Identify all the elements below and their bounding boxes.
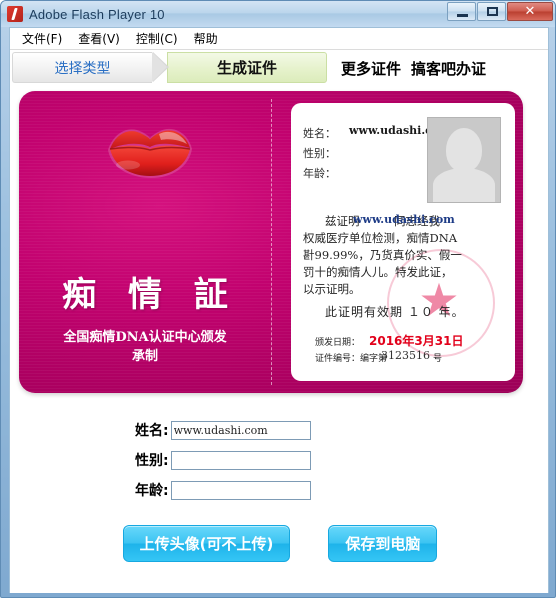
issue-date-label: 颁发日期： [315, 338, 361, 348]
flash-icon [7, 6, 23, 22]
minimize-icon [457, 14, 468, 17]
flash-player-window: Adobe Flash Player 10 ✕ 文件(F) 查看(V) 控制(C… [0, 0, 556, 598]
extra-links: 更多证件 搞客吧办证 [341, 52, 486, 85]
client-area: 文件(F) 查看(V) 控制(C) 帮助 选择类型 生成证件 更多证件 搞客吧办… [9, 27, 549, 593]
certificate-body-line-3: 卙99.99%，乃货真价实、假一 [303, 248, 462, 262]
flash-stage: 痴 情 証 全国痴情DNA认证中心颁发 承制 姓名： www.udashi.co… [10, 85, 548, 593]
red-lips-icon [108, 128, 192, 178]
certificate-body-line-4: 罚十的痴情人儿。特发此证， [303, 265, 453, 279]
card-gender-label: 性别： [303, 147, 336, 160]
card-age-label: 年龄： [303, 167, 336, 180]
menu-item-control[interactable]: 控制(C) [128, 28, 186, 49]
certificate-body-line-5: 以示证明。 [303, 282, 361, 296]
menu-item-help[interactable]: 帮助 [186, 28, 226, 49]
photo-body-shape [433, 168, 495, 202]
card-fold-line [271, 99, 272, 385]
certificate-detail-panel: 姓名： www.udashi.com 性别： 年龄： ★ 兹证明 同志经我 权威… [291, 103, 515, 381]
step-navigation: 选择类型 生成证件 更多证件 搞客吧办证 [10, 50, 548, 85]
age-field-label: 年龄: [135, 483, 169, 499]
card-name-label: 姓名： [303, 127, 336, 140]
maximize-icon [487, 7, 498, 16]
window-titlebar[interactable]: Adobe Flash Player 10 ✕ [1, 1, 555, 27]
card-title: 痴 情 証 [62, 275, 238, 315]
form-row-name: 姓名: [10, 415, 548, 445]
step-select-type[interactable]: 选择类型 [12, 52, 169, 83]
step-select-type-label: 选择类型 [54, 59, 111, 76]
name-field-label: 姓名: [135, 423, 169, 439]
step-generate-certificate[interactable]: 生成证件 [167, 52, 327, 83]
save-to-computer-button[interactable]: 保存到电脑 [328, 525, 438, 562]
minimize-button[interactable] [447, 2, 476, 21]
certificate-form: 姓名: 性别: 年龄: [10, 415, 548, 505]
form-row-gender: 性别: [10, 445, 548, 475]
photo-placeholder-icon [427, 117, 501, 203]
name-input[interactable] [170, 420, 311, 440]
certificate-card-preview: 痴 情 証 全国痴情DNA认证中心颁发 承制 姓名： www.udashi.co… [19, 91, 523, 393]
link-gaokeba[interactable]: 搞客吧办证 [411, 58, 486, 79]
certificate-body-line-1: 兹证明 同志经我 [325, 214, 440, 228]
form-row-age: 年龄: [10, 475, 548, 505]
age-input[interactable] [170, 480, 311, 500]
action-buttons: 上传头像(可不上传) 保存到电脑 [10, 525, 548, 562]
gender-input[interactable] [170, 450, 311, 470]
certificate-body-line-2: 权威医疗单位检测，痴情DNA [303, 231, 458, 245]
menu-item-view[interactable]: 查看(V) [70, 28, 128, 49]
menu-bar: 文件(F) 查看(V) 控制(C) 帮助 [10, 28, 548, 50]
certificate-number-suffix: 号 [433, 354, 443, 364]
maximize-button[interactable] [477, 2, 506, 21]
gender-field-label: 性别: [135, 453, 169, 469]
certificate-body-text: 兹证明 同志经我 权威医疗单位检测，痴情DNA 卙99.99%，乃货真价实、假一… [303, 213, 503, 298]
window-controls: ✕ [446, 2, 553, 21]
card-subtitle-issuer: 全国痴情DNA认证中心颁发 [63, 330, 227, 345]
certificate-number-value: 3123516 [381, 349, 430, 362]
window-title: Adobe Flash Player 10 [29, 6, 165, 22]
card-subtitle-maker: 承制 [131, 349, 158, 364]
close-button[interactable]: ✕ [507, 2, 553, 21]
photo-head-shape [446, 128, 482, 172]
upload-avatar-button[interactable]: 上传头像(可不上传) [122, 525, 291, 562]
certificate-validity-text: 此证明有效期 １０ 年。 [325, 305, 465, 319]
step-generate-certificate-label: 生成证件 [216, 60, 277, 77]
menu-item-file[interactable]: 文件(F) [14, 28, 70, 49]
close-icon: ✕ [524, 4, 536, 19]
certificate-number-label: 证件编号：编字第 [315, 354, 388, 364]
link-more-certificates[interactable]: 更多证件 [341, 58, 401, 79]
issue-date-value: 2016年3月31日 [369, 334, 464, 348]
